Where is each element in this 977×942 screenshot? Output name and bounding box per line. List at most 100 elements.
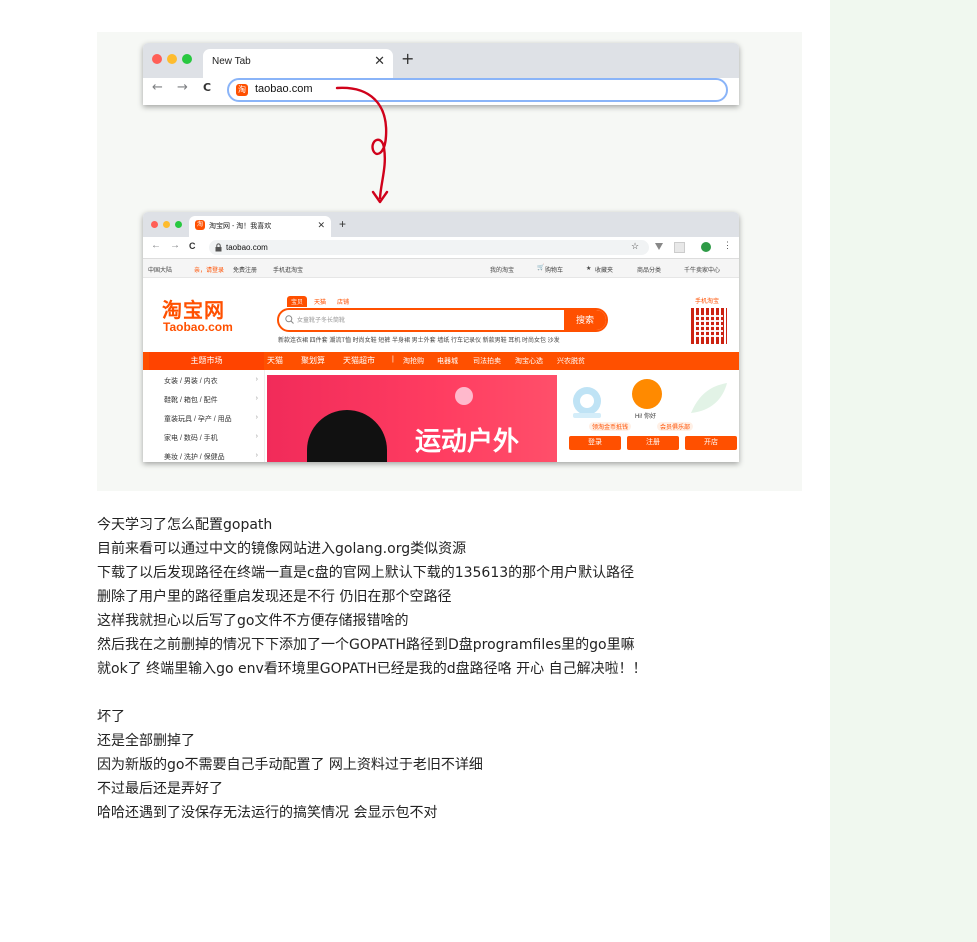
text-line: 坏了 — [97, 709, 125, 725]
lock-icon — [215, 243, 222, 252]
tab-new-tab[interactable]: New Tab ✕ — [203, 49, 393, 78]
search-tab-shops[interactable]: 店铺 — [333, 296, 353, 307]
tab-taobao[interactable]: 淘 淘宝网 - 淘！我喜欢 ✕ — [189, 216, 331, 237]
text-line: 今天学习了怎么配置gopath — [97, 517, 273, 533]
taobao-favicon-icon: 淘 — [236, 84, 248, 96]
search-input[interactable]: 女童靴子冬长筒靴 搜索 — [277, 308, 608, 332]
banner-title: 运动户外 — [415, 427, 520, 457]
open-shop-button[interactable]: 开店 — [685, 436, 737, 450]
navigation-toolbar: ← → C taobao.com ☆ ⋮ — [143, 237, 739, 259]
bookmark-star-icon[interactable]: ☆ — [631, 241, 639, 252]
theme-market-header[interactable]: 主题市场 — [149, 352, 264, 370]
favorites-link[interactable]: 收藏夹 — [595, 265, 613, 274]
member-club-link[interactable]: 会员俱乐部 — [657, 422, 694, 431]
forward-arrow-icon[interactable]: → — [170, 240, 180, 251]
new-tab-button[interactable]: + — [401, 49, 414, 68]
taobao-logo-en[interactable]: Taobao.com — [163, 320, 233, 334]
tab-title: 淘宝网 - 淘！我喜欢 — [209, 223, 272, 230]
chevron-right-icon: › — [255, 414, 258, 421]
tab-title: New Tab — [212, 56, 251, 67]
close-window-icon[interactable] — [152, 54, 162, 64]
maximize-window-icon[interactable] — [175, 221, 182, 228]
nav-flash-sale[interactable]: 淘抢购 — [403, 356, 424, 366]
cart-icon: 🛒 — [537, 265, 545, 271]
nav-rural[interactable]: 兴农脱贫 — [557, 356, 585, 366]
search-tab-items[interactable]: 宝贝 — [287, 296, 308, 307]
seller-center-link[interactable]: 千牛卖家中心 — [684, 265, 720, 274]
text-line: 下载了以后发现路径在终端一直是c盘的官网上默认下载的135613的那个用户默认路… — [97, 565, 635, 581]
nav-taobao-select[interactable]: 淘宝心选 — [515, 356, 543, 366]
login-panel: Hi! 你好 领淘金币抵钱 会员俱乐部 登录 注册 开店 — [561, 375, 737, 462]
taobao-favicon-icon: 淘 — [195, 220, 205, 230]
text-line: 目前来看可以通过中文的镜像网站进入golang.org类似资源 — [97, 541, 467, 557]
nav-judicial-auction[interactable]: 司法拍卖 — [473, 356, 501, 366]
nav-tmall[interactable]: 天猫 — [267, 355, 283, 366]
mobile-taobao-link[interactable]: 手机逛淘宝 — [273, 265, 303, 274]
taobao-mascot-avatar — [632, 379, 662, 409]
chevron-right-icon: › — [255, 376, 258, 383]
cart-link[interactable]: 购物车 — [545, 265, 563, 274]
nav-electronics[interactable]: 电器城 — [437, 356, 458, 366]
text-line: 删除了用户里的路径重启发现还是不行 仍旧在那个空路径 — [97, 589, 452, 605]
my-taobao-link[interactable]: 我的淘宝 — [490, 265, 514, 274]
address-bar[interactable]: 淘 taobao.com — [227, 78, 728, 102]
back-arrow-icon[interactable]: ← — [151, 240, 161, 251]
login-button[interactable]: 登录 — [569, 436, 621, 450]
text-line: 这样我就担心以后写了go文件不方便存储报错啥的 — [97, 613, 409, 629]
category-label: 家电 / 数码 / 手机 — [164, 435, 218, 442]
promo-banner[interactable]: 运动户外 — [267, 375, 557, 462]
browser-window-new-tab: New Tab ✕ + ← → C 淘 taobao.com — [143, 43, 739, 105]
menu-kebab-icon[interactable]: ⋮ — [723, 240, 732, 251]
category-menu: 女装 / 男装 / 内衣 › 鞋靴 / 箱包 / 配件 › 童装玩具 / 孕产 … — [149, 370, 265, 462]
curved-arrow-icon — [335, 86, 389, 204]
maximize-window-icon[interactable] — [182, 54, 192, 64]
extension-filter-icon[interactable] — [655, 243, 663, 251]
reload-icon[interactable]: C — [203, 81, 211, 94]
decorative-leaves-icon — [691, 383, 727, 413]
text-line: 就ok了 终端里输入go env看环境里GOPATH已经是我的d盘路径咯 开心 … — [97, 661, 647, 677]
back-arrow-icon[interactable]: ← — [152, 80, 163, 95]
register-button[interactable]: 注册 — [627, 436, 679, 450]
login-link[interactable]: 亲，请登录 — [194, 265, 224, 274]
text-line: 还是全部删掉了 — [97, 733, 195, 749]
text-line: 因为新版的go不需要自己手动配置了 网上资料过于老旧不详细 — [97, 757, 483, 773]
decorative-ball — [455, 387, 473, 405]
category-label: 美妆 / 洗护 / 保健品 — [164, 454, 225, 461]
nav-tmall-market[interactable]: 天猫超市 — [343, 355, 375, 366]
address-bar-url: taobao.com — [226, 243, 268, 252]
text-line: 哈哈还遇到了没保存无法运行的搞笑情况 会显示包不对 — [97, 805, 438, 821]
extension-icon[interactable] — [674, 242, 685, 253]
category-label: 童装玩具 / 孕产 / 用品 — [164, 416, 232, 423]
minimize-window-icon[interactable] — [163, 221, 170, 228]
categories-link[interactable]: 商品分类 — [637, 265, 661, 274]
search-placeholder: 女童靴子冬长筒靴 — [297, 318, 346, 324]
reload-icon[interactable]: C — [189, 241, 196, 251]
search-tab-tmall[interactable]: 天猫 — [310, 296, 330, 307]
chevron-right-icon: › — [255, 452, 258, 459]
region-selector[interactable]: 中国大陆 — [148, 265, 172, 274]
chevron-right-icon: › — [255, 433, 258, 440]
close-window-icon[interactable] — [151, 221, 158, 228]
tab-close-icon[interactable]: ✕ — [317, 220, 325, 231]
search-icon — [285, 315, 294, 324]
star-icon: ★ — [586, 266, 592, 272]
minimize-window-icon[interactable] — [167, 54, 177, 64]
nav-juhuasuan[interactable]: 聚划算 — [301, 355, 325, 366]
search-button[interactable]: 搜索 — [564, 310, 606, 330]
hoodie-image — [307, 410, 387, 462]
profile-avatar-icon[interactable] — [701, 242, 711, 252]
text-line: 然后我在之前删掉的情况下下添加了一个GOPATH路径到D盘programfile… — [97, 637, 635, 653]
category-label: 鞋靴 / 箱包 / 配件 — [164, 397, 218, 404]
forward-arrow-icon[interactable]: → — [177, 80, 188, 95]
tab-strip: New Tab ✕ + — [143, 43, 739, 78]
coin-coupon-link[interactable]: 领淘金币抵钱 — [589, 422, 632, 431]
hot-search-words[interactable]: 新款连衣裙 四件套 潮流T恤 时尚女鞋 短裤 半身裙 男士外套 墙纸 行车记录仪… — [278, 335, 560, 344]
taobao-logo[interactable]: 淘宝网 — [162, 294, 225, 323]
decorative-illustration-icon — [573, 387, 601, 418]
tab-close-icon[interactable]: ✕ — [374, 54, 385, 69]
register-link[interactable]: 免费注册 — [233, 265, 257, 274]
address-bar[interactable]: taobao.com — [209, 240, 649, 255]
new-tab-button[interactable]: + — [339, 217, 346, 231]
mobile-taobao-label[interactable]: 手机淘宝 — [695, 296, 719, 305]
browser-window-taobao: 淘 淘宝网 - 淘！我喜欢 ✕ + ← → C taobao.com ☆ ⋮ 中… — [143, 212, 739, 462]
